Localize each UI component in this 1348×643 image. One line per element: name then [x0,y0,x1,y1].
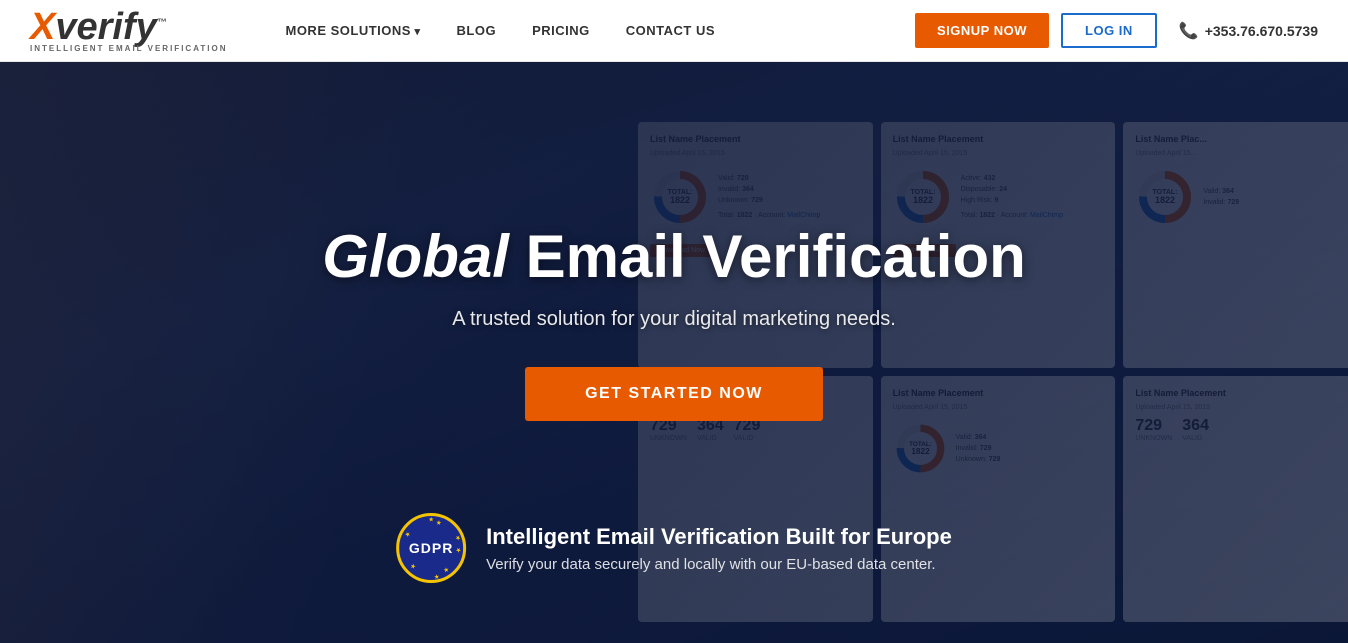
nav-pricing[interactable]: PRICING [514,23,608,38]
logo-trademark: ™ [157,17,167,28]
svg-text:★: ★ [456,546,462,553]
cta-button[interactable]: GET STARTED NOW [525,367,823,421]
phone-text: +353.76.670.5739 [1205,23,1318,39]
hero-headline-part1: Global [322,223,509,290]
gdpr-stars-ring: ★ ★ ★ ★ ★ ★ ★ ★ [399,516,463,580]
svg-text:★: ★ [433,572,441,580]
svg-text:★: ★ [441,566,450,574]
hero-headline-part2: Email Verification [509,223,1026,290]
logo-wordmark: Xverify™ [30,8,227,46]
hero-section: List Name Placement Uploaded April 15, 2… [0,62,1348,643]
hero-content: Global Email Verification A trusted solu… [282,224,1066,421]
nav-contact[interactable]: CONTACT US [608,23,733,38]
svg-text:★: ★ [434,518,442,527]
signup-button[interactable]: SIGNUP NOW [915,13,1049,48]
logo-x: Xverify™ [30,6,167,48]
hero-subheadline: A trusted solution for your digital mark… [322,308,1026,331]
gdpr-info: Intelligent Email Verification Built for… [486,524,952,573]
navbar: Xverify™ INTELLIGENT EMAIL VERIFICATION … [0,0,1348,62]
logo-tagline: INTELLIGENT EMAIL VERIFICATION [30,44,227,53]
svg-text:★: ★ [428,516,434,523]
nav-more-solutions[interactable]: MORE SOLUTIONS [267,23,438,38]
gdpr-title: Intelligent Email Verification Built for… [486,524,952,550]
phone-number: 📞 +353.76.670.5739 [1179,21,1318,41]
nav-actions: SIGNUP NOW LOG IN 📞 +353.76.670.5739 [915,13,1318,48]
logo[interactable]: Xverify™ INTELLIGENT EMAIL VERIFICATION [30,8,227,53]
login-button[interactable]: LOG IN [1061,13,1157,48]
svg-text:★: ★ [409,563,416,569]
nav-blog[interactable]: BLOG [439,23,515,38]
gdpr-section: ★ ★ ★ ★ ★ ★ ★ ★ GDPR Intelligent Email V… [396,513,952,583]
gdpr-description: Verify your data securely and locally wi… [486,556,952,573]
phone-icon: 📞 [1179,21,1199,41]
hero-headline: Global Email Verification [322,224,1026,290]
nav-links: MORE SOLUTIONS BLOG PRICING CONTACT US [267,23,915,38]
svg-text:★: ★ [403,530,412,538]
svg-text:★: ★ [454,534,462,543]
gdpr-badge: ★ ★ ★ ★ ★ ★ ★ ★ GDPR [396,513,466,583]
